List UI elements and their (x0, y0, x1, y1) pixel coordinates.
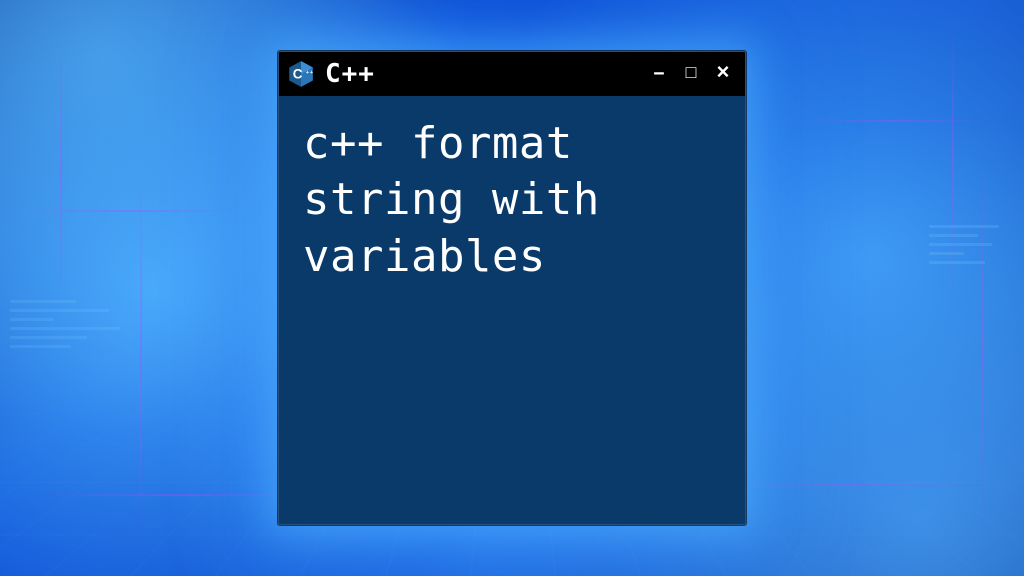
terminal-content: c++ format string with variables (279, 96, 745, 524)
svg-text:+: + (310, 70, 313, 76)
svg-text:C: C (293, 66, 303, 81)
window-title: C++ (325, 59, 637, 89)
svg-text:+: + (306, 70, 309, 76)
minimize-button[interactable]: – (647, 60, 671, 88)
window-controls: – □ × (647, 60, 735, 88)
maximize-button[interactable]: □ (679, 60, 703, 88)
close-button[interactable]: × (711, 60, 735, 88)
terminal-window: C + + C++ – □ × c++ format string with v… (278, 51, 746, 525)
titlebar[interactable]: C + + C++ – □ × (279, 52, 745, 96)
cpp-icon: C + + (287, 60, 315, 88)
